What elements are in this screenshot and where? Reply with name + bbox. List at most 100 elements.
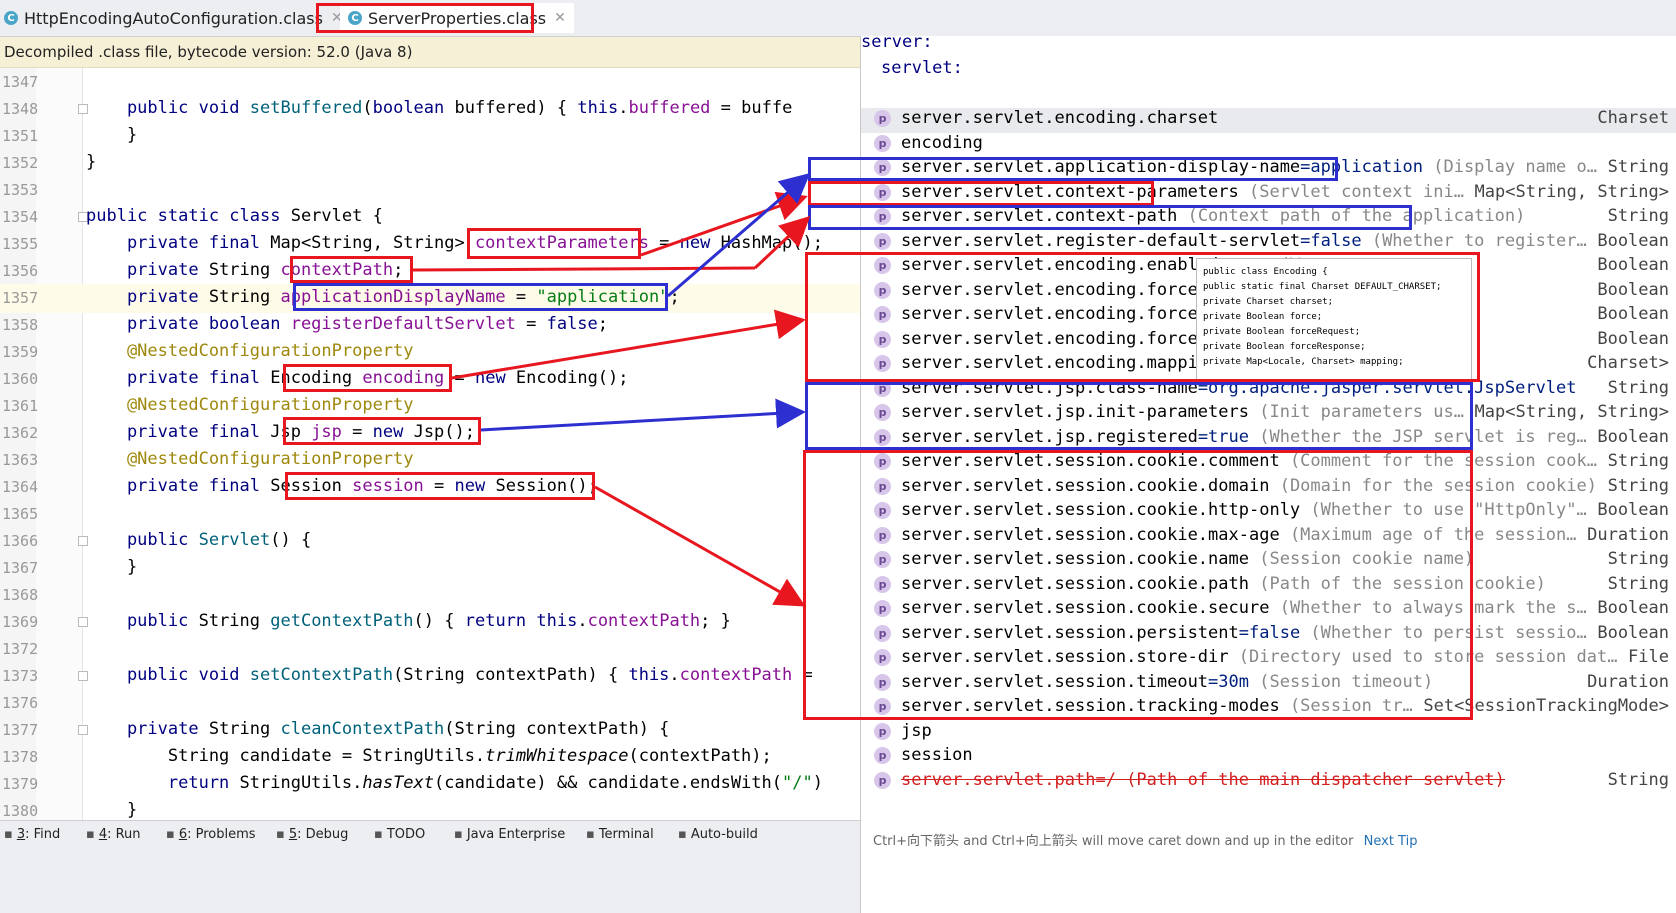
property-default: =/ <box>1095 769 1116 790</box>
property-description: (Servlet context ini… <box>1238 181 1464 202</box>
code-line[interactable]: 1358 private boolean registerDefaultServ… <box>0 311 860 340</box>
code-line[interactable]: 1372 <box>0 635 860 664</box>
code-line[interactable]: 1354 public static class Servlet { <box>0 203 860 232</box>
yaml-key-servlet[interactable]: servlet: <box>881 58 963 78</box>
code-token: } <box>86 152 97 172</box>
property-description: (Path of the main dispatcher servlet) <box>1115 769 1505 790</box>
code-line[interactable]: 1367 } <box>0 554 860 583</box>
code-token: hasText <box>362 773 435 793</box>
code-line[interactable]: 1353 <box>0 176 860 205</box>
code-line[interactable]: 1355 private final Map<String, String> c… <box>0 230 860 259</box>
code-line[interactable]: 1373 public void setContextPath(String c… <box>0 662 860 691</box>
code-line[interactable]: 1356 private String contextPath; <box>0 257 860 286</box>
line-number: 1361 <box>2 397 39 415</box>
tool-window-run[interactable]: ▪ 4: Run <box>86 827 141 842</box>
next-tip-link[interactable]: Next Tip <box>1364 834 1418 849</box>
code-token: } <box>86 557 138 577</box>
code-token: . <box>669 665 680 685</box>
code-text: private boolean registerDefaultServlet =… <box>86 314 608 334</box>
session-field-highlight <box>285 472 595 500</box>
code-line[interactable]: 1379 return StringUtils.hasText(candidat… <box>0 770 860 799</box>
property-type: String <box>1607 549 1669 569</box>
line-number: 1365 <box>2 505 39 523</box>
code-token: private final <box>86 368 271 388</box>
property-description: (Whether to register… <box>1361 230 1587 251</box>
code-text: private String cleanContextPath(String c… <box>86 719 669 739</box>
code-line[interactable]: 1376 <box>0 689 860 718</box>
code-token: setBuffered <box>249 98 363 118</box>
completion-item[interactable]: p encoding <box>861 133 1676 158</box>
tab-http-encoding-auto-configuration[interactable]: C HttpEncodingAutoConfiguration.class ✕ <box>4 3 343 33</box>
code-token: Servlet { <box>290 206 383 226</box>
code-editor[interactable]: 1347 1348 public void setBuffered(boolean… <box>0 68 860 874</box>
line-number: 1379 <box>2 775 39 793</box>
code-line[interactable]: 1359 @NestedConfigurationProperty <box>0 338 860 367</box>
tool-shortcut-key: 6 <box>178 827 188 842</box>
tool-label: Java Enterprise <box>466 827 566 842</box>
property-type: Duration <box>1587 524 1669 545</box>
property-type: Boolean <box>1597 500 1669 520</box>
problems-icon: ▪ <box>166 827 175 842</box>
tool-window-javaenterprise[interactable]: ▪ Java Enterprise <box>454 827 565 842</box>
code-line[interactable]: 1377 private String cleanContextPath(Str… <box>0 716 860 745</box>
property-icon: p <box>874 747 891 764</box>
code-token: return this <box>464 611 578 631</box>
code-token: ; <box>597 314 609 334</box>
completion-item[interactable]: p server.servlet.encoding.charset Charset <box>861 108 1676 133</box>
code-token: registerDefaultServlet <box>290 314 516 334</box>
code-line[interactable]: 1363 @NestedConfigurationProperty <box>0 446 860 475</box>
code-token: . <box>618 98 629 118</box>
code-text: private final Map<String, String> contex… <box>86 233 823 253</box>
tool-window-bar: ▪ 3: Find ▪ 4: Run ▪ 6: Problems ▪ 5: Debug ▪ TOD… <box>0 820 860 849</box>
code-token: private final <box>86 422 271 442</box>
context-parameters-highlight <box>467 228 641 259</box>
code-token: (candidate) && candidate.endsWith( <box>434 773 783 793</box>
line-number: 1369 <box>2 613 39 631</box>
code-line[interactable]: 1365 <box>0 500 860 529</box>
property-key: encoding <box>901 132 983 153</box>
property-type: String <box>1607 769 1669 790</box>
code-token: public <box>86 530 199 550</box>
tool-window-todo[interactable]: ▪ TODO <box>374 827 425 842</box>
code-line[interactable]: 1352} <box>0 149 860 178</box>
tool-window-terminal[interactable]: ▪ Terminal <box>586 827 654 842</box>
search-icon: ▪ <box>4 827 13 842</box>
code-token: private <box>86 260 209 280</box>
completion-item[interactable]: p server.servlet.path=/ (Path of the main… <box>861 770 1676 795</box>
code-token: ) <box>812 773 823 793</box>
code-line[interactable]: 1368 <box>0 581 860 610</box>
tool-label: : Find <box>25 827 61 842</box>
code-token: ; <box>669 287 680 307</box>
property-key: server.servlet.register-default-servlet <box>901 230 1301 251</box>
code-text: public static class Servlet { <box>86 206 383 226</box>
code-token: Map<String, String> <box>270 233 475 253</box>
code-token: = buffe <box>710 98 793 118</box>
completion-item[interactable]: p session <box>861 745 1676 770</box>
code-text: } <box>86 557 137 577</box>
line-number: 1353 <box>2 181 39 199</box>
terminal-icon: ▪ <box>586 827 595 842</box>
code-line[interactable]: 1378 String candidate = StringUtils.trim… <box>0 743 860 772</box>
tool-label: : Debug <box>297 827 349 842</box>
tool-window-debug[interactable]: ▪ 5: Debug <box>276 827 348 842</box>
jsp-field-highlight <box>283 417 481 445</box>
close-icon[interactable]: ✕ <box>554 10 566 26</box>
code-token: } <box>86 800 138 820</box>
code-line[interactable]: 1369 public String getContextPath() { re… <box>0 608 860 637</box>
tool-window-problems[interactable]: ▪ 6: Problems <box>166 827 256 842</box>
property-icon: p <box>874 771 891 789</box>
code-line[interactable]: 1348 public void setBuffered(boolean buf… <box>0 95 860 124</box>
code-line[interactable]: 1351 } <box>0 122 860 151</box>
line-number: 1363 <box>2 451 39 469</box>
code-token: private final <box>86 233 271 253</box>
tool-window-autobuild[interactable]: ▪ Auto-build <box>678 827 758 842</box>
completion-item[interactable]: p jsp <box>861 721 1676 746</box>
code-line[interactable]: 1366 public Servlet() { <box>0 527 860 556</box>
code-token: Servlet <box>198 530 271 550</box>
tool-window-find[interactable]: ▪ 3: Find <box>4 827 60 842</box>
code-token: false <box>546 314 598 334</box>
code-line[interactable]: 1347 <box>0 68 860 97</box>
code-token: "/" <box>782 773 813 793</box>
code-token: . <box>577 611 588 631</box>
debug-icon: ▪ <box>276 827 285 842</box>
